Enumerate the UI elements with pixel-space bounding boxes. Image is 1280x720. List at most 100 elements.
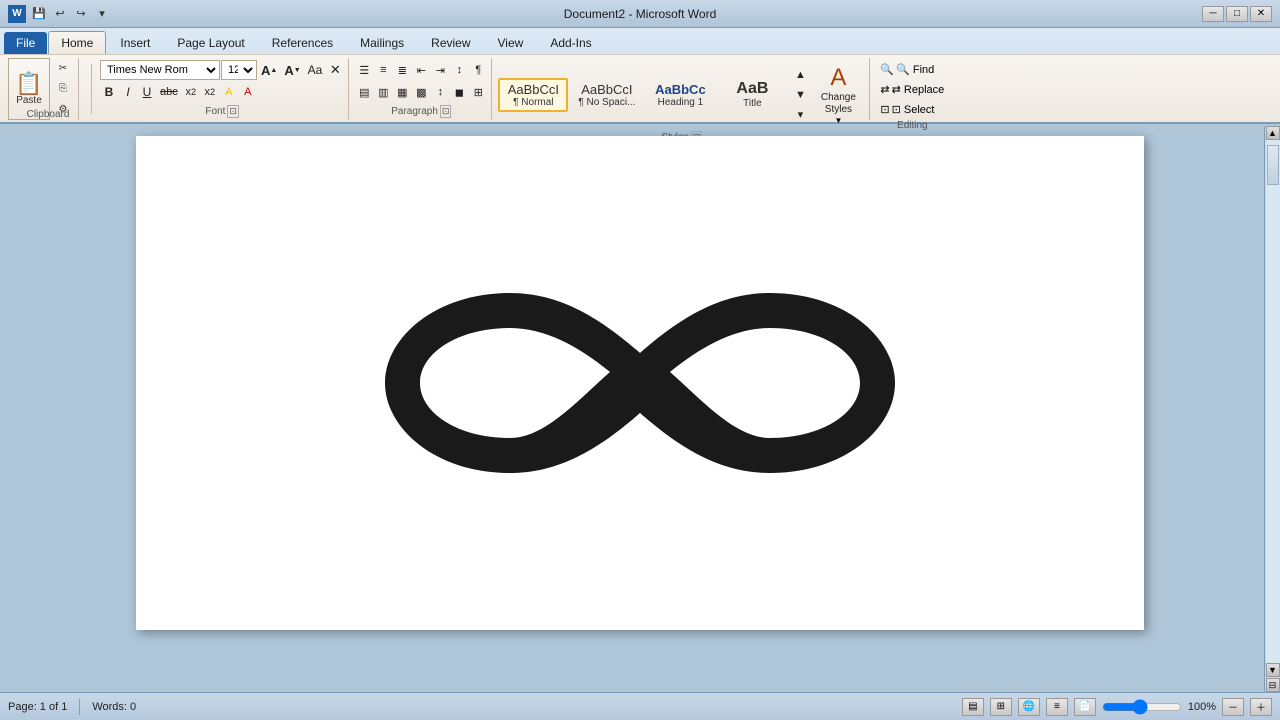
- editing-group-label: Editing: [897, 120, 928, 131]
- strikethrough-btn[interactable]: abc: [157, 82, 181, 102]
- status-bar: Page: 1 of 1 Words: 0 ▤ ⊞ 🌐 ≡ 📄 100% － ＋: [0, 692, 1280, 720]
- tab-bar: File Home Insert Page Layout References …: [0, 28, 1280, 54]
- quick-access-more[interactable]: ▾: [93, 5, 111, 23]
- status-sep-1: [79, 699, 80, 715]
- change-case-btn[interactable]: Aa: [305, 60, 326, 80]
- font-grow-btn[interactable]: A▲: [258, 60, 280, 80]
- align-left-btn[interactable]: ▤: [355, 82, 373, 102]
- tab-page-layout[interactable]: Page Layout: [164, 31, 257, 54]
- font-dialog-btn[interactable]: ⊡: [227, 105, 239, 118]
- tab-file[interactable]: File: [4, 32, 47, 54]
- copy-button[interactable]: ⎘: [52, 80, 74, 98]
- style-nospace-label: ¶ No Spaci...: [578, 97, 635, 108]
- scroll-thumb[interactable]: [1267, 145, 1279, 185]
- tab-references[interactable]: References: [259, 31, 346, 54]
- style-title-label: Title: [725, 98, 779, 109]
- tab-mailings[interactable]: Mailings: [347, 31, 417, 54]
- increase-indent-btn[interactable]: ⇥: [431, 60, 449, 80]
- word-count: Words: 0: [92, 701, 136, 713]
- title-bar: W 💾 ↩ ↪ ▾ Document2 - Microsoft Word ─ □…: [0, 0, 1280, 28]
- close-btn[interactable]: ✕: [1250, 6, 1272, 22]
- styles-more-btn[interactable]: ▾: [791, 106, 809, 124]
- font-group-label: Font: [205, 106, 225, 117]
- scroll-up-btn[interactable]: ▲: [1266, 126, 1280, 140]
- maximize-btn[interactable]: □: [1226, 6, 1248, 22]
- print-layout-btn[interactable]: ▤: [962, 698, 984, 716]
- change-styles-icon: A: [830, 64, 846, 92]
- redo-btn[interactable]: ↪: [72, 5, 90, 23]
- window-controls: ─ □ ✕: [1202, 6, 1272, 22]
- outline-btn[interactable]: ≡: [1046, 698, 1068, 716]
- line-spacing-btn[interactable]: ↕: [431, 82, 449, 102]
- zoom-in-btn[interactable]: ＋: [1250, 698, 1272, 716]
- tab-view[interactable]: View: [485, 31, 537, 54]
- style-title[interactable]: AaB Title: [717, 76, 787, 113]
- multilevel-btn[interactable]: ≣: [393, 60, 411, 80]
- replace-btn[interactable]: ⇄ ⇄ Replace: [876, 80, 948, 98]
- tab-home[interactable]: Home: [48, 31, 106, 54]
- style-normal-preview: AaBbCcI: [506, 82, 560, 97]
- find-label: 🔍 Find: [896, 63, 934, 76]
- font-row-1: Times New Rom 12 A▲ A▼ Aa ✕: [100, 60, 344, 80]
- para-row-2: ▤ ▥ ▦ ▩ ↕ ◼ ⊞: [355, 82, 487, 102]
- scroll-track[interactable]: [1266, 140, 1280, 663]
- underline-btn[interactable]: U: [138, 82, 156, 102]
- paragraph-group-label: Paragraph: [391, 106, 438, 117]
- para-dialog-btn[interactable]: ⊡: [440, 105, 452, 118]
- font-row-2: B I U abc x2 x2 A A: [100, 82, 344, 102]
- web-layout-btn[interactable]: 🌐: [1018, 698, 1040, 716]
- style-h1-preview: AaBbCc: [653, 82, 707, 97]
- sort-btn[interactable]: ↕: [450, 60, 468, 80]
- title-bar-left: W 💾 ↩ ↪ ▾: [8, 5, 111, 23]
- find-btn[interactable]: 🔍 🔍 Find: [876, 60, 948, 78]
- font-color-btn[interactable]: A: [239, 82, 257, 102]
- save-quick-btn[interactable]: 💾: [30, 5, 48, 23]
- align-right-btn[interactable]: ▦: [393, 82, 411, 102]
- show-marks-btn[interactable]: ¶: [469, 60, 487, 80]
- document-area: [0, 124, 1280, 690]
- change-styles-btn[interactable]: A ChangeStyles ▼: [811, 60, 865, 129]
- font-name-select[interactable]: Times New Rom: [100, 60, 220, 80]
- italic-btn[interactable]: I: [119, 82, 137, 102]
- text-highlight-btn[interactable]: A: [220, 82, 238, 102]
- style-normal[interactable]: AaBbCcI ¶ Normal: [498, 78, 568, 112]
- style-no-spacing[interactable]: AaBbCcI ¶ No Spaci...: [570, 78, 643, 112]
- clear-formatting-btn[interactable]: ✕: [326, 60, 344, 80]
- style-title-preview: AaB: [725, 80, 779, 98]
- cut-button[interactable]: ✂: [52, 59, 74, 77]
- replace-label: ⇄ Replace: [892, 83, 945, 96]
- style-heading1[interactable]: AaBbCc Heading 1: [645, 78, 715, 112]
- paste-label: Paste: [16, 95, 42, 106]
- style-normal-label: ¶ Normal: [506, 97, 560, 108]
- subscript-btn[interactable]: x2: [182, 82, 200, 102]
- justify-btn[interactable]: ▩: [412, 82, 430, 102]
- superscript-btn[interactable]: x2: [201, 82, 219, 102]
- scroll-down-btn[interactable]: ▼: [1266, 663, 1280, 677]
- decrease-indent-btn[interactable]: ⇤: [412, 60, 430, 80]
- draft-btn[interactable]: 📄: [1074, 698, 1096, 716]
- styles-scroll-down[interactable]: ▼: [791, 86, 809, 104]
- shading-btn[interactable]: ◼: [450, 82, 468, 102]
- select-btn[interactable]: ⊡ ⊡ Select: [876, 100, 948, 118]
- clipboard-label: Clipboard: [15, 107, 81, 120]
- styles-scroll-up[interactable]: ▲: [791, 66, 809, 84]
- toolbar: 📋 Paste ✂ ⎘ ⚙ Clipboard Times New Rom 12: [0, 54, 1280, 122]
- scroll-bottom-btn[interactable]: ⊟: [1266, 678, 1280, 692]
- zoom-slider[interactable]: [1102, 700, 1182, 714]
- document-title: Document2 - Microsoft Word: [564, 7, 717, 21]
- undo-btn[interactable]: ↩: [51, 5, 69, 23]
- minimize-btn[interactable]: ─: [1202, 6, 1224, 22]
- bullets-btn[interactable]: ☰: [355, 60, 373, 80]
- borders-btn[interactable]: ⊞: [469, 82, 487, 102]
- tab-review[interactable]: Review: [418, 31, 483, 54]
- numbering-btn[interactable]: ≡: [374, 60, 392, 80]
- document-page[interactable]: [136, 136, 1144, 630]
- bold-btn[interactable]: B: [100, 82, 118, 102]
- font-size-select[interactable]: 12: [221, 60, 257, 80]
- tab-add-ins[interactable]: Add-Ins: [537, 31, 604, 54]
- font-shrink-btn[interactable]: A▼: [281, 60, 303, 80]
- tab-insert[interactable]: Insert: [107, 31, 163, 54]
- zoom-out-btn[interactable]: －: [1222, 698, 1244, 716]
- full-screen-btn[interactable]: ⊞: [990, 698, 1012, 716]
- align-center-btn[interactable]: ▥: [374, 82, 392, 102]
